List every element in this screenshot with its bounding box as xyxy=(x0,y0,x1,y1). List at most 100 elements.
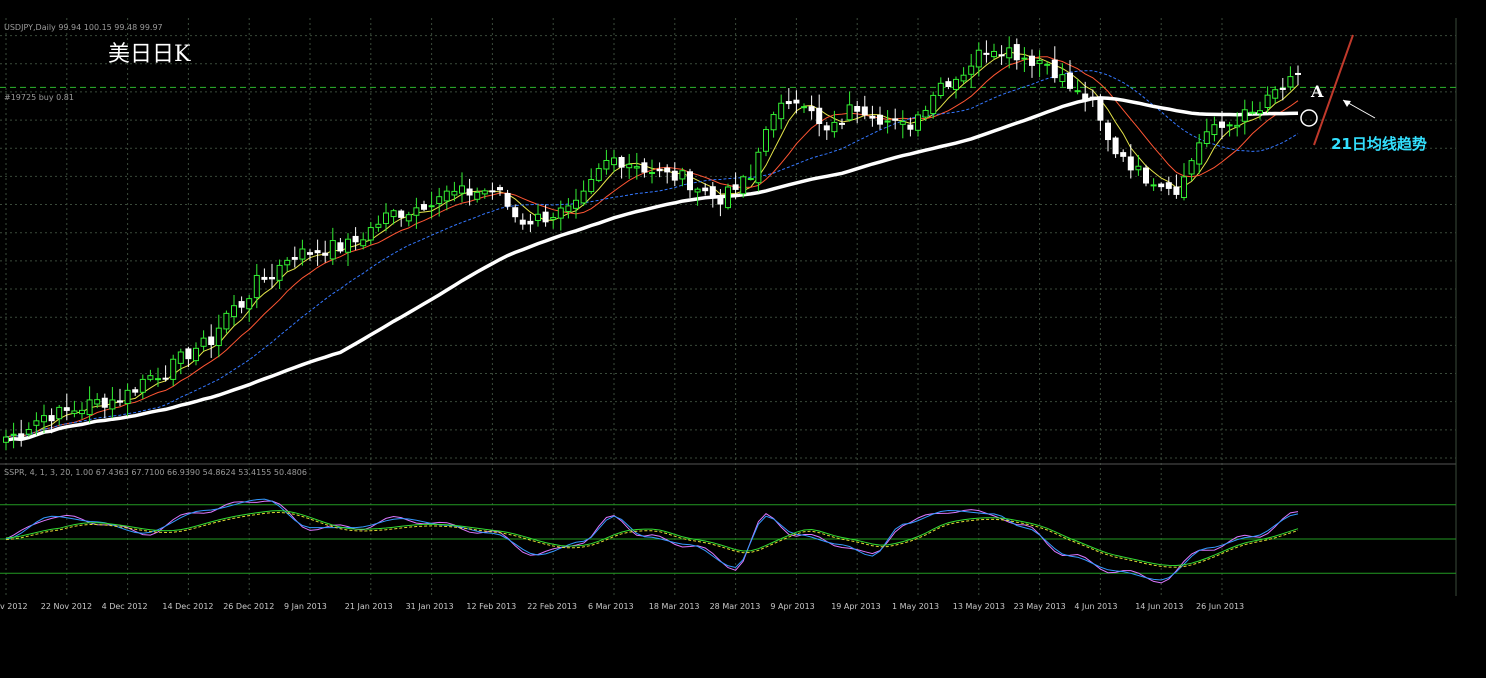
candle-body xyxy=(930,94,937,115)
candle-body xyxy=(1234,124,1241,128)
candle-body xyxy=(649,172,655,175)
candle-body xyxy=(238,301,245,308)
candle-body xyxy=(557,207,564,219)
candle-body xyxy=(79,409,85,415)
candle-body xyxy=(687,171,693,191)
x-tick-label: 26 Jun 2013 xyxy=(1196,602,1244,611)
candle-body xyxy=(1158,183,1165,188)
candle-body xyxy=(1067,72,1073,89)
candle-body xyxy=(633,166,640,169)
candle-body xyxy=(960,74,967,82)
x-tick-label: 13 May 2013 xyxy=(953,602,1005,611)
candle-body xyxy=(155,378,161,381)
candle-body xyxy=(626,163,633,169)
chart-root: v 2012 22 Nov 2012 4 Dec 2012 14 Dec 2012 26… xyxy=(0,0,1486,678)
level-label: #19725 buy 0.81 xyxy=(4,93,74,102)
candle-body xyxy=(489,190,496,193)
candle-body xyxy=(352,235,359,243)
candle-body xyxy=(345,238,351,253)
candle-body xyxy=(109,399,116,410)
candle-body xyxy=(170,358,177,380)
x-tick-label: 28 Mar 2013 xyxy=(710,602,761,611)
grid xyxy=(0,18,1457,596)
candle-body xyxy=(367,227,374,241)
candle-body xyxy=(740,176,747,195)
candle-body xyxy=(459,185,465,194)
candle-body xyxy=(709,186,716,198)
candle-body xyxy=(580,190,587,204)
candle-body xyxy=(208,336,215,346)
ma-mid-line xyxy=(5,56,1299,438)
candle-body xyxy=(405,214,412,222)
candle-body xyxy=(474,191,481,200)
candle-body xyxy=(41,415,47,423)
candle-body xyxy=(603,159,610,170)
candle-body xyxy=(801,106,807,109)
candle-body xyxy=(375,223,382,228)
candle-body xyxy=(33,420,40,426)
signal-line-b xyxy=(5,510,1299,567)
candle-body xyxy=(595,168,602,181)
candle-body xyxy=(124,389,131,405)
candle-body xyxy=(937,82,944,97)
candle-body xyxy=(991,50,997,58)
candle-body xyxy=(1295,72,1301,75)
candle-body xyxy=(535,213,541,221)
candle-body xyxy=(71,410,78,414)
candle-body xyxy=(200,337,207,347)
candle-body xyxy=(732,184,739,190)
candle-body xyxy=(360,239,367,247)
candle-body xyxy=(215,327,222,347)
candle-body xyxy=(1257,110,1263,115)
candle-body xyxy=(823,125,830,131)
candle-body xyxy=(193,347,199,362)
candle-body xyxy=(808,106,815,112)
candle-body xyxy=(276,264,283,281)
x-tick-label: 6 Mar 2013 xyxy=(588,602,634,611)
x-tick-label: 18 Mar 2013 xyxy=(649,602,700,611)
candle-body xyxy=(953,78,959,90)
candle-body xyxy=(785,101,792,105)
candle-body xyxy=(1143,167,1149,184)
candle-body xyxy=(854,106,861,112)
candle-body xyxy=(618,157,625,168)
candle-body xyxy=(253,274,260,299)
candle-body xyxy=(1051,59,1058,79)
candle-body xyxy=(1120,152,1127,157)
candle-body xyxy=(550,217,557,220)
candle-body xyxy=(48,415,55,422)
candle-body xyxy=(831,121,838,133)
candle-body xyxy=(147,375,154,380)
candle-body xyxy=(877,114,883,125)
candle-body xyxy=(793,99,800,104)
x-tick-label: 22 Feb 2013 xyxy=(527,602,577,611)
candle-body xyxy=(162,377,169,380)
candle-body xyxy=(1074,90,1081,93)
candle-body xyxy=(770,114,777,131)
candle-body xyxy=(717,195,724,205)
candle-body xyxy=(611,157,617,166)
candle-body xyxy=(10,433,17,436)
x-tick-label: 9 Apr 2013 xyxy=(770,602,814,611)
candle-body xyxy=(1006,47,1013,59)
candle-body xyxy=(641,162,648,173)
candle-body xyxy=(778,102,785,120)
candle-body xyxy=(1013,44,1020,61)
oscillator-line-b xyxy=(5,500,1299,584)
candle-body xyxy=(1112,137,1119,155)
marker-circle xyxy=(1300,109,1318,127)
candle-body xyxy=(747,178,754,181)
candle-body xyxy=(132,389,139,393)
candle-body xyxy=(1219,121,1225,128)
candle-body xyxy=(451,190,458,196)
candle-body xyxy=(1272,89,1279,99)
candle-body xyxy=(1127,156,1134,171)
candle-body xyxy=(497,187,503,191)
x-tick-label: 9 Jan 2013 xyxy=(284,602,327,611)
candle-body xyxy=(94,399,101,405)
candle-body xyxy=(755,151,762,184)
candle-body xyxy=(299,248,306,260)
candle-body xyxy=(664,167,671,173)
candle-body xyxy=(56,406,63,420)
candle-body xyxy=(18,433,25,438)
